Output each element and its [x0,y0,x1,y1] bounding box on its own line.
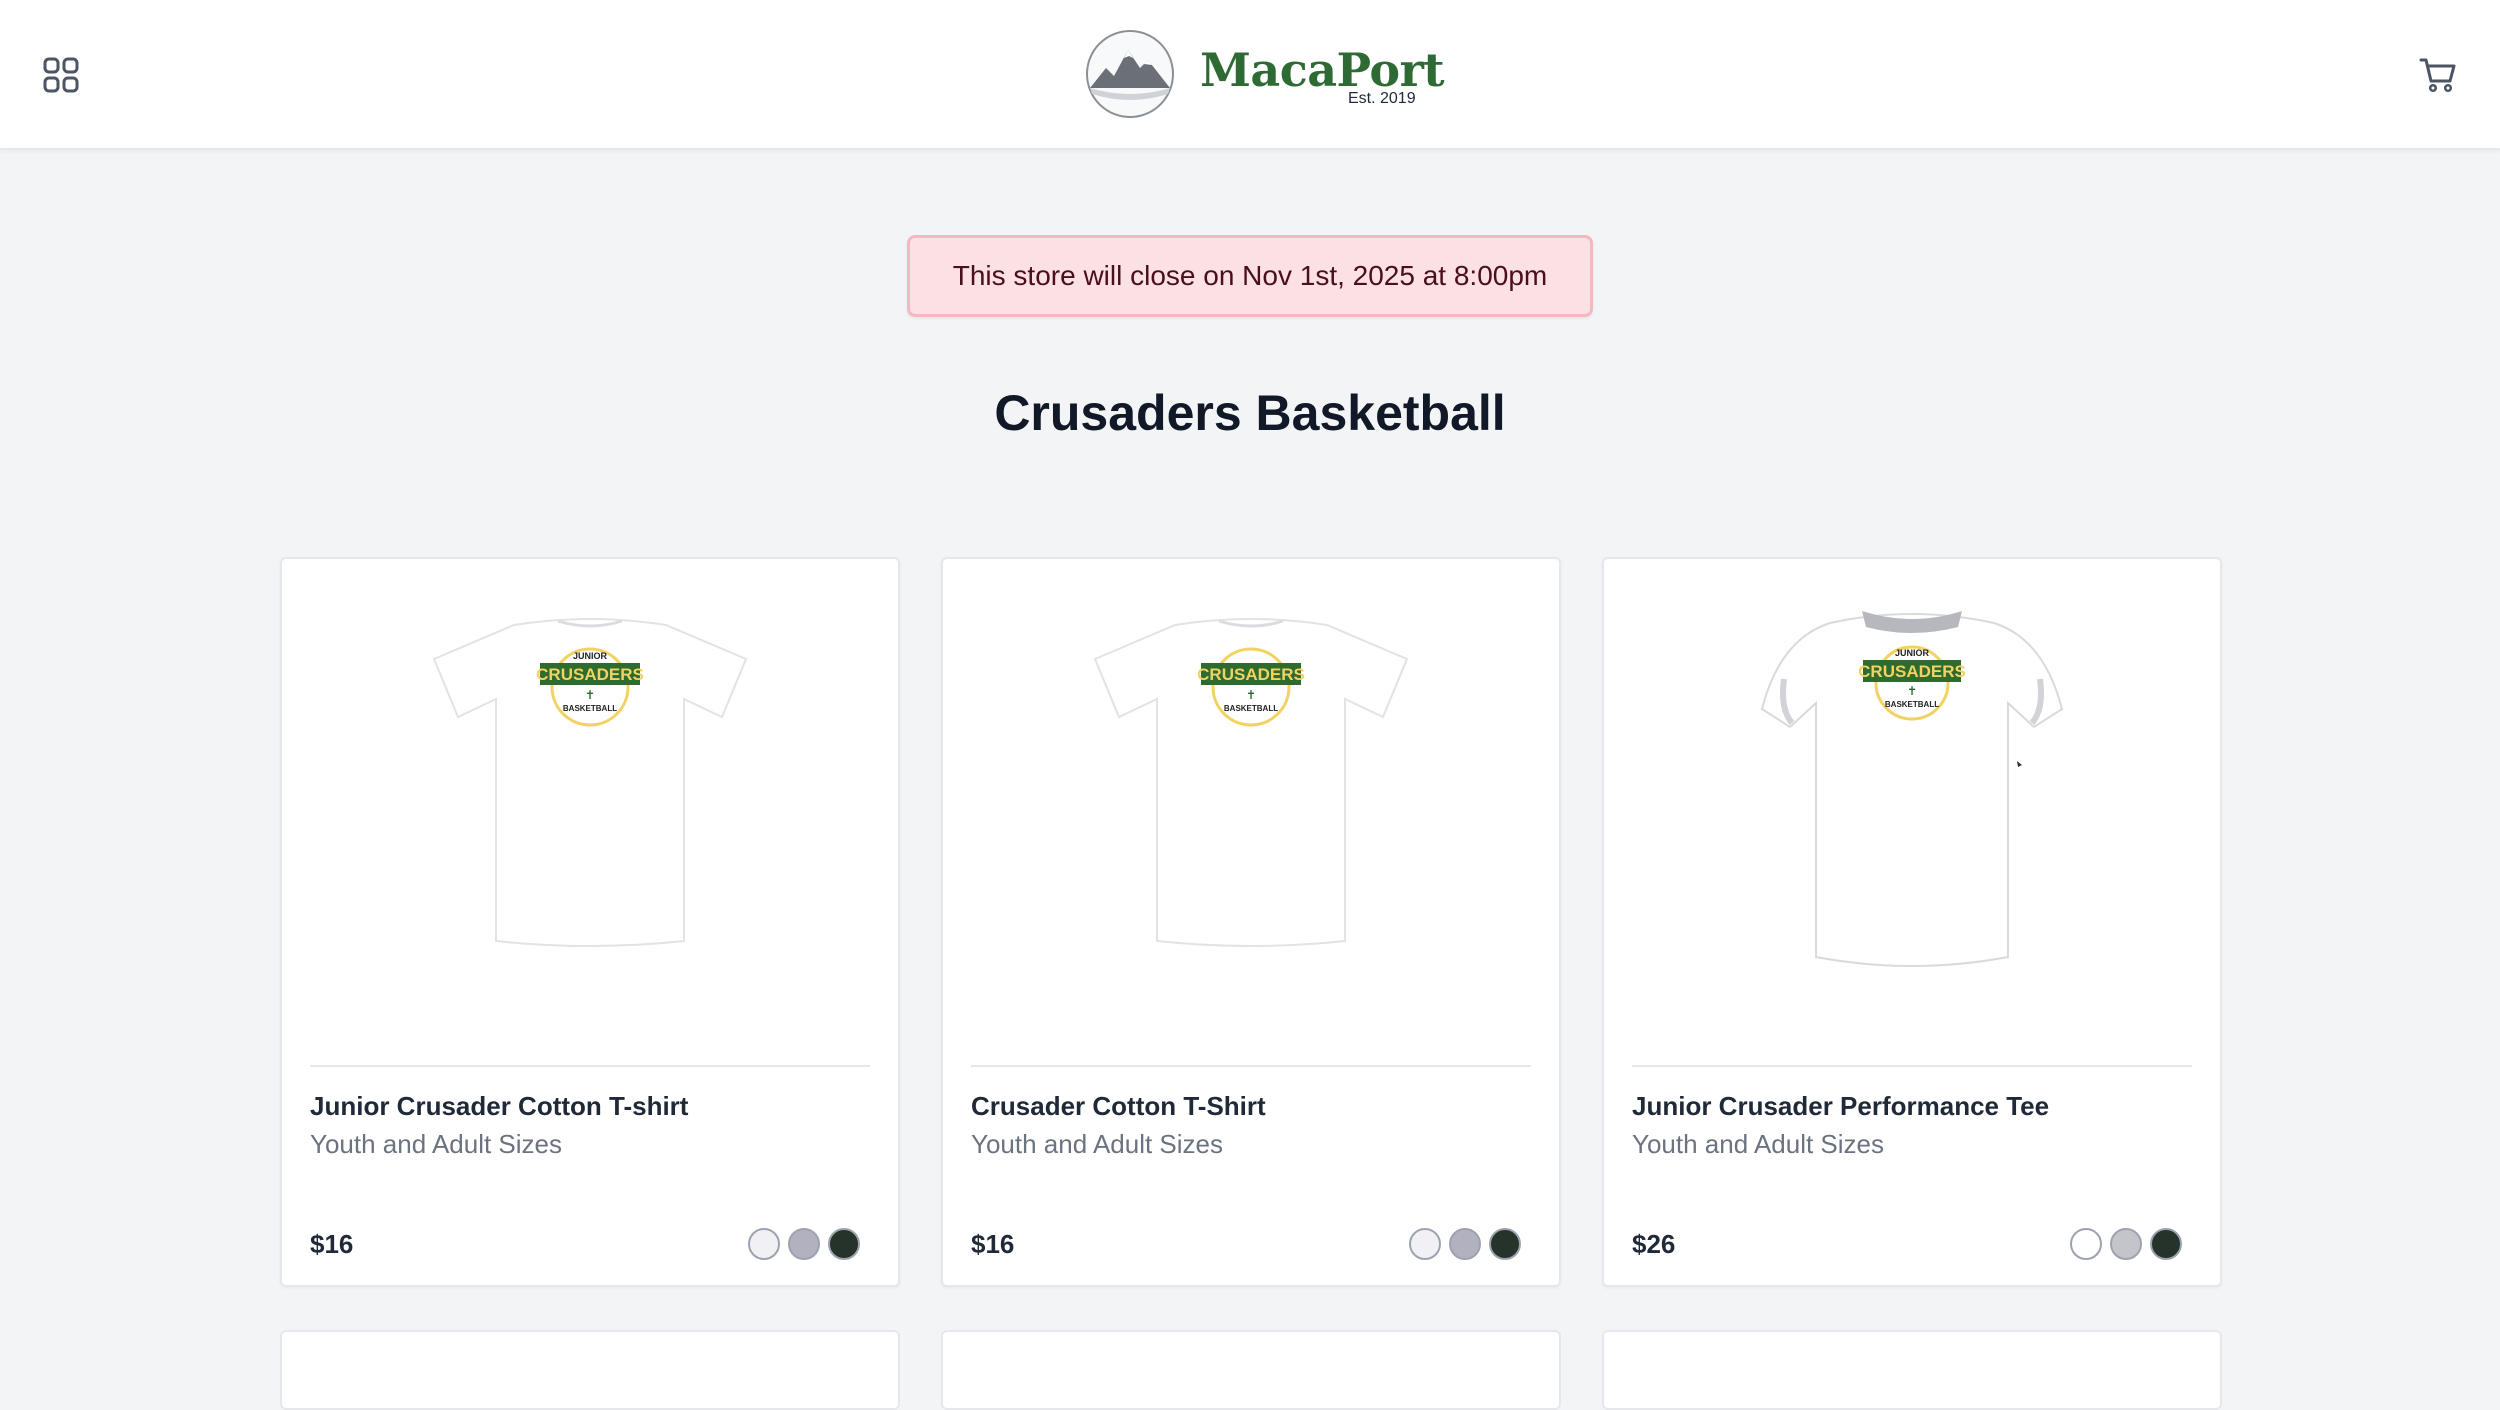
svg-text:JUNIOR: JUNIOR [1895,648,1930,658]
page-title: Crusaders Basketball [994,385,1506,441]
store-closing-notice: This store will close on Nov 1st, 2025 a… [907,235,1593,317]
swatch-white[interactable] [2070,1228,2102,1260]
svg-text:JUNIOR: JUNIOR [573,651,608,661]
product-subtitle: Youth and Adult Sizes [1632,1129,1885,1159]
product-image: JUNIOR CRUSADERS BASKETBALL ✝ [1604,599,2220,979]
top-navigation-bar: MacaPort Est. 2019 [0,0,2500,150]
swatch-white[interactable] [748,1228,780,1260]
svg-text:✝: ✝ [1246,688,1256,702]
product-price: $16 [310,1229,354,1259]
color-swatches [2070,1228,2182,1262]
svg-text:BASKETBALL: BASKETBALL [1224,704,1278,713]
product-subtitle: Youth and Adult Sizes [310,1129,563,1159]
swatch-gray[interactable] [788,1228,820,1260]
store-closing-notice-text: This store will close on Nov 1st, 2025 a… [952,260,1548,291]
svg-text:BASKETBALL: BASKETBALL [1885,700,1939,709]
swatch-dark-green[interactable] [1489,1228,1521,1260]
svg-text:✝: ✝ [1907,684,1917,698]
product-card[interactable]: CRUSADERS BASKETBALL ✝ Crusader Cotton T… [941,557,1561,1287]
shopping-cart-icon[interactable] [2418,54,2458,94]
brand-tagline: Est. 2019 [1348,90,1416,107]
swatch-gray[interactable] [2110,1228,2142,1260]
product-image: CRUSADERS BASKETBALL ✝ [943,599,1559,979]
card-divider [310,1065,870,1067]
swatch-dark-green[interactable] [828,1228,860,1260]
svg-text:CRUSADERS: CRUSADERS [1858,662,1966,681]
swatch-dark-green[interactable] [2150,1228,2182,1260]
color-swatches [1409,1228,1521,1262]
swatch-gray[interactable] [1449,1228,1481,1260]
product-card[interactable] [1602,1330,2222,1410]
product-name[interactable]: Junior Crusader Performance Tee [1632,1089,2049,1123]
color-swatches [748,1228,860,1262]
svg-text:CRUSADERS: CRUSADERS [536,665,644,684]
product-subtitle: Youth and Adult Sizes [971,1129,1224,1159]
product-image: JUNIOR CRUSADERS BASKETBALL ✝ [282,599,898,979]
card-divider [971,1065,1531,1067]
product-card[interactable] [280,1330,900,1410]
card-divider [1632,1065,2192,1067]
brand-logo[interactable]: MacaPort Est. 2019 [1084,28,1445,120]
product-card[interactable]: JUNIOR CRUSADERS BASKETBALL ✝ Junior Cru… [1602,557,2222,1287]
product-name[interactable]: Junior Crusader Cotton T-shirt [310,1089,688,1123]
svg-text:BASKETBALL: BASKETBALL [563,704,617,713]
product-price: $26 [1632,1229,1676,1259]
product-card[interactable] [941,1330,1561,1410]
svg-text:CRUSADERS: CRUSADERS [1197,665,1305,684]
product-price: $16 [971,1229,1015,1259]
svg-text:✝: ✝ [585,688,595,702]
swatch-white[interactable] [1409,1228,1441,1260]
product-card[interactable]: JUNIOR CRUSADERS BASKETBALL ✝ Junior Cru… [280,557,900,1287]
product-name[interactable]: Crusader Cotton T-Shirt [971,1089,1266,1123]
mountain-logo-icon [1084,28,1176,120]
grid-menu-icon[interactable] [42,56,80,94]
